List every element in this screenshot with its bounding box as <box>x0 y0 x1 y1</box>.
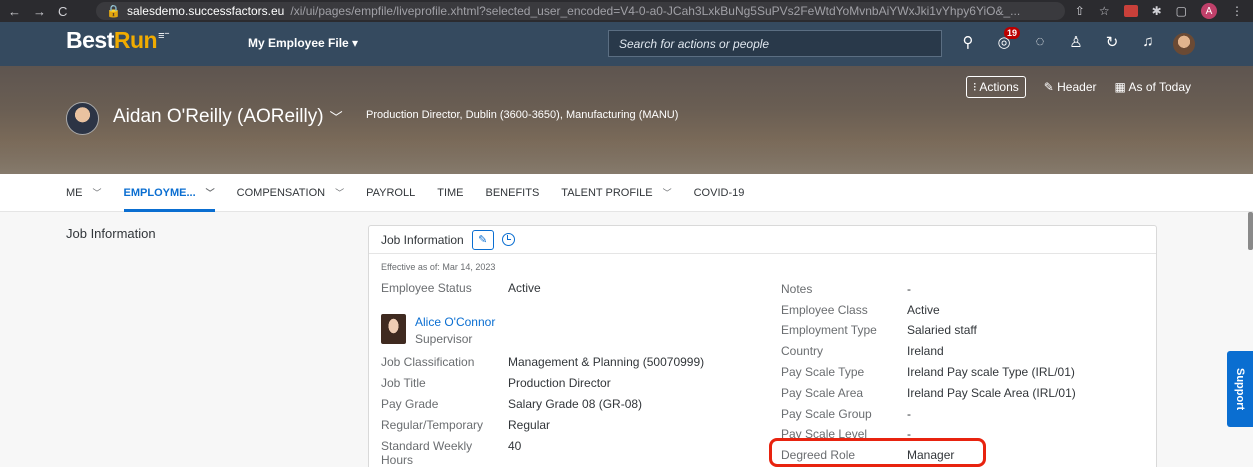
job-classification-label: Job Classification <box>381 355 475 369</box>
as-of-today-button[interactable]: ▦ As of Today <box>1115 80 1192 94</box>
chevron-down-icon: ﹀ <box>662 188 672 198</box>
actions-button[interactable]: ⁝ Actions <box>965 76 1026 98</box>
edit-pencil-icon[interactable]: ✎ <box>471 229 494 250</box>
tab-payroll[interactable]: PAYROLL <box>366 174 415 212</box>
header-actions: ⁝ Actions ✎ Header ▦ As of Today <box>965 76 1192 98</box>
card-header: Job Information ✎ <box>369 226 1156 254</box>
regular-temporary-label: Regular/Temporary <box>381 418 484 432</box>
job-title-label: Job Title <box>381 376 426 390</box>
degreed-role-highlight <box>769 438 986 467</box>
tab-covid-19[interactable]: COVID-19 <box>694 174 745 212</box>
browser-nav: ← → C <box>0 4 96 19</box>
forward-arrow-icon[interactable]: → <box>33 4 46 19</box>
pay-scale-type-value: Ireland Pay scale Type (IRL/01) <box>907 365 1075 379</box>
lock-icon: 🔒 <box>106 4 121 18</box>
employee-status-label: Employee Status <box>381 281 472 295</box>
chevron-down-icon: ﹀ <box>205 188 215 198</box>
effective-date: Effective as of: Mar 14, 2023 <box>381 262 496 272</box>
reload-icon[interactable]: C <box>58 4 67 19</box>
supervisor-role: Supervisor <box>415 332 473 346</box>
shell-icons: ⚲ ◎ 19 ◌ ♙ ↻ ♫ <box>950 27 1202 59</box>
supervisor-link[interactable]: Alice O'Connor <box>415 315 495 329</box>
search-icon[interactable]: ⚲ <box>950 33 986 59</box>
share-icon[interactable]: ⇧ <box>1075 4 1085 18</box>
pay-scale-group-label: Pay Scale Group <box>781 407 872 421</box>
employee-class-label: Employee Class <box>781 303 868 317</box>
job-classification-value: Management & Planning (50070999) <box>508 355 705 369</box>
module-menu-button[interactable]: My Employee File ▾ <box>248 36 358 50</box>
employment-type-label: Employment Type <box>781 323 877 337</box>
url-host: salesdemo.successfactors.eu <box>126 4 285 18</box>
tab-talent-profile[interactable]: TALENT PROFILE ﹀ <box>561 174 671 212</box>
notes-label: Notes <box>781 282 813 296</box>
history-clock-icon[interactable] <box>501 233 515 246</box>
help-icon[interactable]: ↻ <box>1094 33 1130 59</box>
tab-time[interactable]: TIME <box>437 174 463 212</box>
pay-scale-area-value: Ireland Pay Scale Area (IRL/01) <box>907 386 1076 400</box>
bell-icon[interactable]: ♫ <box>1130 33 1166 59</box>
chevron-down-icon: ﹀ <box>329 110 343 125</box>
standard-weekly-hours-label-line2: Hours <box>381 453 414 467</box>
more-menu-icon[interactable]: ⋮ <box>1231 4 1243 18</box>
employee-status-value: Active <box>508 281 541 295</box>
employee-subtitle: Production Director, Dublin (3600-3650),… <box>366 109 679 121</box>
people-icon[interactable]: ♙ <box>1058 33 1094 59</box>
address-bar[interactable]: 🔒 salesdemo.successfactors.eu/xi/ui/page… <box>96 2 1065 20</box>
chat-icon[interactable]: ◌ <box>1022 33 1058 59</box>
chevron-down-icon: ﹀ <box>92 188 102 198</box>
section-title: Job Information <box>66 226 156 241</box>
pay-scale-area-label: Pay Scale Area <box>781 386 864 400</box>
employee-header: ⁝ Actions ✎ Header ▦ As of Today Aidan O… <box>0 66 1253 174</box>
standard-weekly-hours-label: Standard Weekly <box>381 439 473 453</box>
employment-type-value: Salaried staff <box>907 323 977 337</box>
tab-benefits[interactable]: BENEFITS <box>486 174 540 212</box>
standard-weekly-hours-value: 40 <box>508 439 522 453</box>
back-arrow-icon[interactable]: ← <box>8 4 21 19</box>
profile-avatar[interactable]: A <box>1201 3 1217 19</box>
bestrun-logo[interactable]: BestRun≡⁻ <box>66 27 170 54</box>
user-avatar[interactable] <box>1166 33 1202 59</box>
url-path: /xi/ui/pages/empfile/liveprofile.xhtml?s… <box>290 4 1021 18</box>
header-button[interactable]: ✎ Header <box>1044 80 1097 94</box>
notes-value: - <box>907 282 911 296</box>
notification-badge: 19 <box>1004 27 1021 39</box>
supervisor-photo <box>381 314 406 344</box>
caret-down-icon: ▾ <box>352 36 359 50</box>
job-title-value: Production Director <box>508 376 611 390</box>
tab-compensation[interactable]: COMPENSATION ﹀ <box>237 174 344 212</box>
employee-photo <box>66 102 99 135</box>
search-input[interactable]: Search for actions or people <box>608 30 942 57</box>
tab-employment[interactable]: EMPLOYME... ﹀ <box>123 174 215 212</box>
pay-grade-label: Pay Grade <box>381 397 439 411</box>
employee-name[interactable]: Aidan O'Reilly (AOReilly) ﹀ <box>113 106 343 128</box>
support-button[interactable]: Support <box>1227 351 1253 427</box>
scrollbar-thumb[interactable] <box>1248 212 1253 250</box>
card-title: Job Information <box>381 232 464 247</box>
browser-toolbar: ← → C 🔒 salesdemo.successfactors.eu/xi/u… <box>0 0 1253 22</box>
chevron-down-icon: ﹀ <box>335 188 345 198</box>
navigation-tabs: ME ﹀ EMPLOYME... ﹀ COMPENSATION ﹀ PAYROLL T… <box>0 174 1253 212</box>
sidepanel-icon[interactable]: ▢ <box>1176 4 1187 18</box>
shell-bar: BestRun≡⁻ My Employee File ▾ Search for … <box>0 22 1253 66</box>
country-label: Country <box>781 344 824 358</box>
todo-check-icon[interactable]: ◎ 19 <box>986 27 1022 59</box>
pay-grade-value: Salary Grade 08 (GR-08) <box>508 397 643 411</box>
bookmark-star-icon[interactable]: ☆ <box>1099 4 1110 18</box>
extension-icon[interactable] <box>1123 5 1138 17</box>
tab-me[interactable]: ME ﹀ <box>66 174 102 212</box>
country-value: Ireland <box>907 344 944 358</box>
pay-scale-group-value: - <box>907 407 911 421</box>
job-information-card: Job Information ✎ Effective as of: Mar 1… <box>368 225 1157 467</box>
employee-class-value: Active <box>907 303 940 317</box>
puzzle-icon[interactable]: ✱ <box>1152 4 1162 18</box>
regular-temporary-value: Regular <box>508 418 551 432</box>
browser-actions: ⇧ ☆ ✱ ▢ A ⋮ <box>1075 3 1253 19</box>
pay-scale-type-label: Pay Scale Type <box>781 365 865 379</box>
